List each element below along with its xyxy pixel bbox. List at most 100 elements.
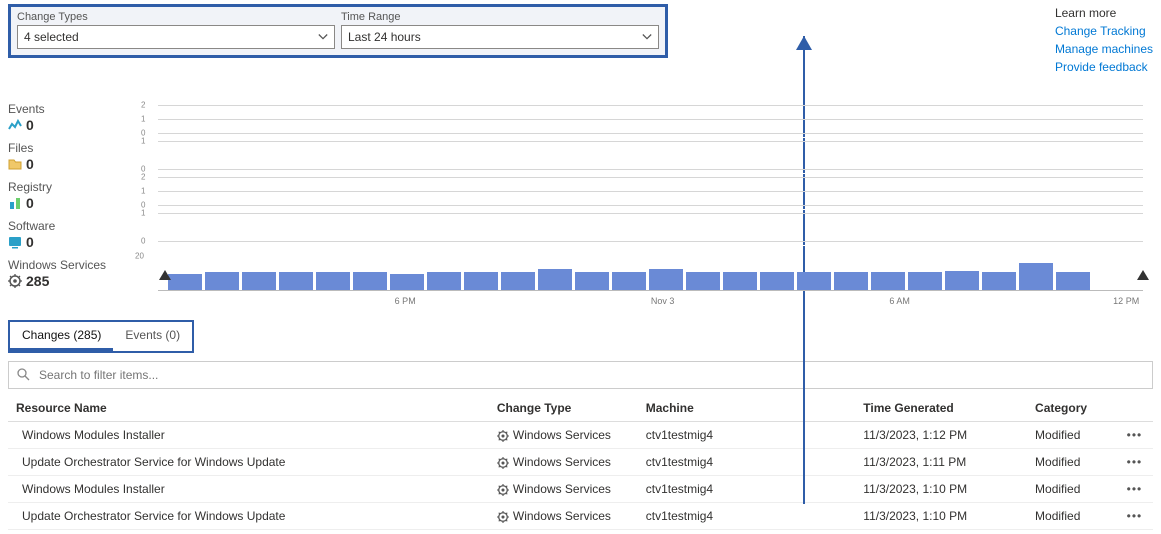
bar[interactable] [723, 272, 757, 290]
link-change-tracking[interactable]: Change Tracking [1055, 22, 1153, 40]
cell-category: Modified [1027, 422, 1119, 449]
cell-category: Modified [1027, 449, 1119, 476]
gear-icon [497, 457, 509, 469]
bar[interactable] [760, 272, 794, 290]
cell-time: 11/3/2023, 1:10 PM [855, 503, 1027, 530]
bar[interactable] [908, 272, 942, 290]
bar[interactable] [464, 272, 498, 290]
range-end-handle[interactable] [1137, 270, 1149, 280]
services-count: 285 [26, 273, 49, 289]
services-label: Windows Services [8, 258, 123, 272]
cell-machine: ctv1testmig4 [638, 422, 856, 449]
change-types-dropdown[interactable]: 4 selected [17, 25, 335, 49]
bar[interactable] [1019, 263, 1053, 290]
xtick: 6 PM [395, 296, 416, 306]
tab-changes[interactable]: Changes (285) [10, 322, 113, 351]
software-icon [8, 235, 22, 249]
folder-icon [8, 157, 22, 171]
bar[interactable] [390, 274, 424, 291]
bar[interactable] [834, 272, 868, 290]
summary-sidebar: Events 0 Files 0 Registry 0 Software [8, 102, 123, 310]
bar[interactable] [205, 272, 239, 290]
cell-time: 11/3/2023, 1:11 PM [855, 449, 1027, 476]
events-chart[interactable]: 012 [123, 102, 1153, 138]
bar[interactable] [1056, 272, 1090, 290]
x-axis: 6 PM Nov 3 6 AM 12 PM [158, 296, 1161, 310]
bar[interactable] [797, 272, 831, 290]
col-machine[interactable]: Machine [638, 395, 856, 422]
charts-area: 012 01 012 01 20 6 PM Nov 3 6 AM 12 PM [123, 102, 1153, 310]
ylabel: 1 [141, 136, 145, 145]
gear-icon [497, 484, 509, 496]
tabs-row: Changes (285) Events (0) [8, 320, 1153, 353]
search-input[interactable] [37, 367, 1144, 383]
files-count: 0 [26, 156, 34, 172]
software-label: Software [8, 219, 123, 233]
xtick: 6 AM [889, 296, 910, 306]
table-row[interactable]: Update Orchestrator Service for Windows … [8, 449, 1153, 476]
cell-change-type: Windows Services [489, 449, 638, 476]
bar[interactable] [538, 269, 572, 290]
table-row[interactable]: Windows Modules InstallerWindows Service… [8, 422, 1153, 449]
row-actions-button[interactable]: ••• [1119, 449, 1153, 476]
bar[interactable] [945, 271, 979, 291]
bar[interactable] [242, 272, 276, 290]
bar[interactable] [501, 272, 535, 290]
software-count: 0 [26, 234, 34, 250]
col-category[interactable]: Category [1027, 395, 1119, 422]
bar[interactable] [279, 272, 313, 290]
change-types-label: Change Types [17, 11, 335, 23]
filters-panel: Change Types 4 selected Time Range Last … [8, 4, 668, 58]
cell-machine: ctv1testmig4 [638, 476, 856, 503]
range-start-handle[interactable] [159, 270, 171, 280]
cell-resource: Windows Modules Installer [8, 422, 489, 449]
registry-label: Registry [8, 180, 123, 194]
link-provide-feedback[interactable]: Provide feedback [1055, 58, 1153, 76]
tab-events[interactable]: Events (0) [113, 322, 192, 351]
bar[interactable] [612, 272, 646, 290]
search-box[interactable] [8, 361, 1153, 389]
col-resource[interactable]: Resource Name [8, 395, 489, 422]
cell-category: Modified [1027, 476, 1119, 503]
chevron-down-icon [318, 32, 328, 42]
time-range-label: Time Range [341, 11, 659, 23]
search-icon [17, 368, 31, 382]
bar[interactable] [168, 274, 202, 291]
table-row[interactable]: Update Orchestrator Service for Windows … [8, 503, 1153, 530]
files-chart[interactable]: 01 [123, 138, 1153, 174]
cell-time: 11/3/2023, 1:10 PM [855, 476, 1027, 503]
xtick: Nov 3 [651, 296, 675, 306]
row-actions-button[interactable]: ••• [1119, 422, 1153, 449]
chevron-down-icon [642, 32, 652, 42]
services-chart[interactable]: 20 [123, 246, 1153, 294]
row-actions-button[interactable]: ••• [1119, 503, 1153, 530]
cell-change-type: Windows Services [489, 422, 638, 449]
gear-icon [8, 274, 22, 288]
cell-machine: ctv1testmig4 [638, 449, 856, 476]
ylabel: 2 [141, 100, 145, 109]
registry-chart[interactable]: 012 [123, 174, 1153, 210]
bar[interactable] [427, 272, 461, 290]
row-actions-button[interactable]: ••• [1119, 476, 1153, 503]
bar[interactable] [353, 272, 387, 290]
col-time[interactable]: Time Generated [855, 395, 1027, 422]
cell-resource: Update Orchestrator Service for Windows … [8, 449, 489, 476]
bar[interactable] [982, 272, 1016, 290]
ylabel: 1 [141, 114, 145, 123]
bar[interactable] [871, 272, 905, 290]
bar[interactable] [316, 272, 350, 290]
xtick: 12 PM [1113, 296, 1139, 306]
bar[interactable] [575, 272, 609, 290]
cell-category: Modified [1027, 503, 1119, 530]
col-change-type[interactable]: Change Type [489, 395, 638, 422]
gear-icon [497, 430, 509, 442]
software-chart[interactable]: 01 [123, 210, 1153, 246]
time-range-dropdown[interactable]: Last 24 hours [341, 25, 659, 49]
bar[interactable] [686, 272, 720, 290]
table-row[interactable]: Windows Modules InstallerWindows Service… [8, 476, 1153, 503]
bar[interactable] [649, 269, 683, 290]
cell-resource: Update Orchestrator Service for Windows … [8, 503, 489, 530]
events-icon [8, 118, 22, 132]
cell-time: 11/3/2023, 1:12 PM [855, 422, 1027, 449]
link-manage-machines[interactable]: Manage machines [1055, 40, 1153, 58]
